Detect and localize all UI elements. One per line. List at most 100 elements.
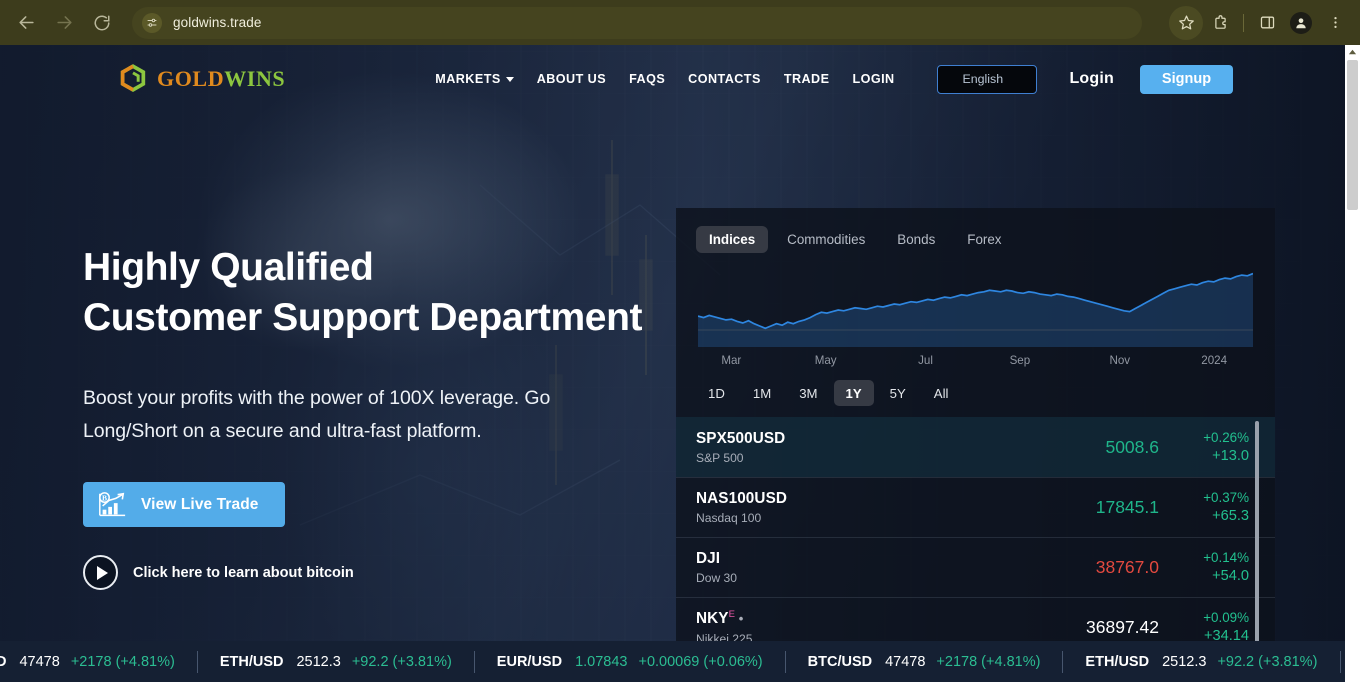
- back-arrow-icon[interactable]: [10, 7, 42, 39]
- ticker-item[interactable]: BTC/USD 47478 +2178 (+4.81%): [808, 654, 1041, 670]
- hero-subtitle: Boost your profits with the power of 100…: [83, 382, 613, 448]
- nav-item-faqs[interactable]: FAQS: [629, 72, 665, 86]
- view-live-trade-button[interactable]: B View Live Trade: [83, 482, 285, 527]
- nav-item-login[interactable]: LOGIN: [852, 72, 894, 86]
- tab-commodities[interactable]: Commodities: [774, 226, 878, 253]
- web-page: GOLDWINS MARKETS ABOUT US FAQS CONTACTS …: [0, 45, 1345, 682]
- tab-forex[interactable]: Forex: [954, 226, 1014, 253]
- toolbar-divider: [1243, 13, 1244, 32]
- tab-bonds[interactable]: Bonds: [884, 226, 948, 253]
- side-panel-icon[interactable]: [1250, 6, 1284, 40]
- page-scrollbar[interactable]: [1345, 45, 1360, 682]
- widget-tab-bar: Indices Commodities Bonds Forex: [676, 208, 1275, 253]
- site-settings-icon[interactable]: [142, 12, 162, 33]
- quote-change: +0.26% +13.0: [1177, 429, 1249, 466]
- ticker-divider: [1340, 650, 1341, 673]
- x-tick-2: Jul: [918, 354, 933, 367]
- omnibox[interactable]: goldwins.trade: [132, 6, 1142, 39]
- ticker-symbol: BTC/USD: [807, 653, 873, 670]
- ticker-change: +92.2 (+3.81%): [1217, 653, 1318, 670]
- quote-change-pct: +0.37%: [1203, 490, 1249, 505]
- ticker-divider: [784, 650, 786, 673]
- range-5y[interactable]: 5Y: [878, 380, 918, 406]
- range-1y[interactable]: 1Y: [833, 380, 874, 406]
- quote-realtime-dot: •: [735, 611, 744, 627]
- ticker-change: +2178 (+4.81%): [70, 653, 175, 670]
- logo-text-gold: GOLD: [157, 66, 225, 91]
- x-tick-0: Mar: [721, 354, 742, 367]
- market-overview-widget: Indices Commodities Bonds Forex Mar May …: [676, 208, 1275, 682]
- reload-icon[interactable]: [86, 7, 118, 39]
- ticker-item[interactable]: ETH/USD 2512.3 +92.2 (+3.81%): [1085, 654, 1317, 670]
- ticker-item[interactable]: ETH/USD 2512.3 +92.2 (+3.81%): [220, 654, 452, 670]
- tab-indices[interactable]: Indices: [696, 226, 769, 253]
- quote-identity: NAS100USD Nasdaq 100: [696, 490, 996, 525]
- ticker-item[interactable]: EUR/USD 1.07843 +0.00069 (+0.06%): [497, 654, 763, 670]
- x-tick-5: 2024: [1201, 354, 1228, 367]
- hero-heading-line2: Customer Support Department: [83, 296, 643, 339]
- ticker-change: +0.00069 (+0.06%): [638, 653, 763, 670]
- quote-identity: DJI Dow 30: [696, 550, 996, 585]
- quote-symbol: NKYE •: [696, 609, 996, 628]
- range-3m[interactable]: 3M: [787, 380, 829, 406]
- scrollbar-thumb[interactable]: [1347, 60, 1358, 210]
- url-text: goldwins.trade: [173, 15, 262, 30]
- ticker-item[interactable]: D 47478 +2178 (+4.81%): [0, 654, 175, 670]
- svg-text:B: B: [102, 493, 107, 502]
- hero-content: Highly Qualified Customer Support Depart…: [83, 243, 643, 590]
- ticker-change: +92.2 (+3.81%): [351, 653, 452, 670]
- ticker-price: 2512.3: [1162, 653, 1207, 670]
- learn-about-bitcoin-link[interactable]: Click here to learn about bitcoin: [83, 555, 643, 590]
- nav-item-about-us[interactable]: ABOUT US: [537, 72, 606, 86]
- ticker-symbol: EUR/USD: [496, 653, 563, 670]
- quote-change-abs: +13.0: [1212, 447, 1249, 464]
- quote-name: Dow 30: [696, 571, 738, 585]
- scroll-up-arrow-icon[interactable]: [1345, 45, 1360, 60]
- main-navigation: MARKETS ABOUT US FAQS CONTACTS TRADE LOG…: [435, 72, 894, 86]
- chart-x-axis: Mar May Jul Sep Nov 2024: [698, 354, 1253, 370]
- learn-about-bitcoin-label: Click here to learn about bitcoin: [133, 564, 354, 581]
- logo-text-wins: WINS: [224, 66, 286, 91]
- quote-identity: SPX500USD S&P 500: [696, 430, 996, 465]
- quote-name: Nasdaq 100: [696, 511, 762, 525]
- forward-arrow-icon[interactable]: [48, 7, 80, 39]
- market-ticker-bar: D 47478 +2178 (+4.81%) ETH/USD 2512.3 +9…: [0, 641, 1345, 682]
- quote-change-abs: +54.0: [1212, 568, 1249, 584]
- quote-symbol: DJI: [696, 550, 721, 567]
- three-dot-menu-icon[interactable]: [1318, 6, 1352, 40]
- login-link[interactable]: Login: [1069, 70, 1114, 88]
- ticker-divider: [196, 650, 198, 673]
- index-sparkline-chart[interactable]: [698, 267, 1253, 347]
- star-icon[interactable]: [1169, 5, 1203, 40]
- range-all[interactable]: All: [922, 380, 961, 406]
- puzzle-icon[interactable]: [1203, 6, 1237, 40]
- ticker-price: 47478: [885, 653, 926, 670]
- site-header: GOLDWINS MARKETS ABOUT US FAQS CONTACTS …: [0, 45, 1345, 113]
- hero-subtitle-line1: Boost your profits with the power of 100…: [83, 387, 551, 409]
- nav-item-contacts[interactable]: CONTACTS: [688, 72, 761, 86]
- nav-label: MARKETS: [435, 72, 501, 86]
- range-1d[interactable]: 1D: [696, 380, 737, 406]
- profile-avatar-icon[interactable]: [1284, 6, 1318, 40]
- signup-button[interactable]: Signup: [1140, 64, 1233, 94]
- language-select[interactable]: English: [937, 64, 1038, 94]
- ticker-symbol: ETH/USD: [1085, 653, 1150, 670]
- range-1m[interactable]: 1M: [741, 380, 783, 406]
- browser-toolbar: goldwins.trade: [0, 0, 1360, 45]
- quote-change-pct: +0.26%: [1203, 429, 1249, 445]
- nav-item-markets[interactable]: MARKETS: [435, 72, 514, 86]
- site-logo[interactable]: GOLDWINS: [118, 63, 285, 95]
- header-actions: English Login Signup: [937, 64, 1345, 94]
- language-value: English: [962, 72, 1004, 86]
- quote-symbol: NAS100USD: [696, 490, 788, 507]
- table-row[interactable]: DJI Dow 30 38767.0 +0.14% +54.0: [676, 537, 1275, 597]
- table-row[interactable]: SPX500USD S&P 500 5008.6 +0.26% +13.0: [676, 417, 1275, 477]
- logo-wordmark: GOLDWINS: [157, 66, 285, 92]
- ticker-symbol: ETH/USD: [219, 653, 284, 670]
- ticker-change: +2178 (+4.81%): [936, 653, 1041, 670]
- goldwins-hexagon-logo-icon: [120, 63, 146, 92]
- avatar: [1290, 11, 1312, 34]
- quote-price: 38767.0: [1095, 557, 1159, 577]
- table-row[interactable]: NAS100USD Nasdaq 100 17845.1 +0.37% +65.…: [676, 477, 1275, 537]
- nav-item-trade[interactable]: TRADE: [784, 72, 830, 86]
